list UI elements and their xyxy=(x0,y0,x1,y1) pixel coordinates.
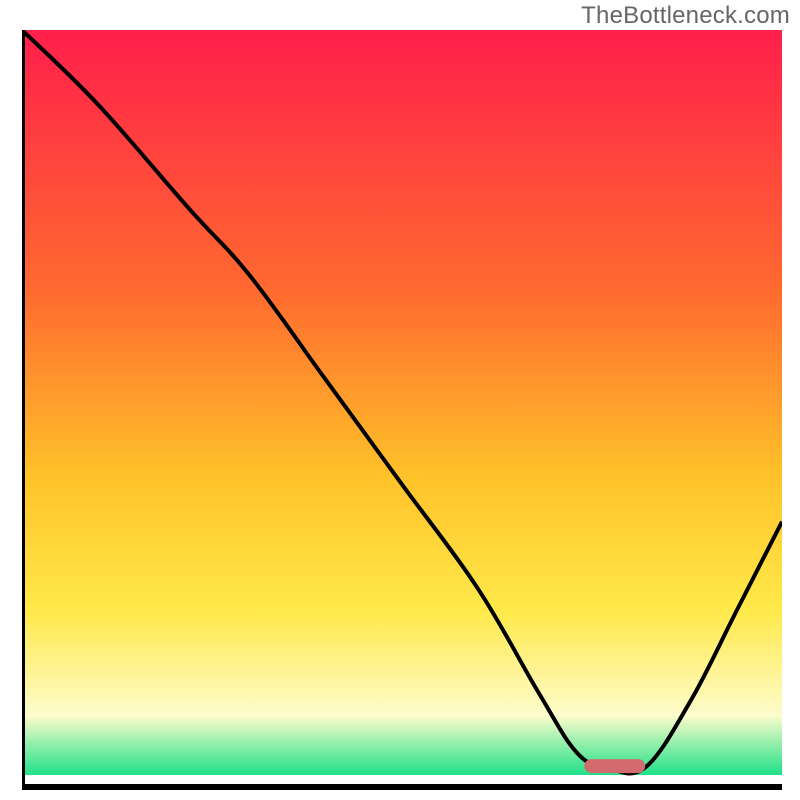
chart-svg xyxy=(22,30,782,790)
watermark-label: TheBottleneck.com xyxy=(581,2,790,30)
gradient-background xyxy=(22,30,782,775)
bottleneck-chart xyxy=(22,30,782,790)
optimal-zone-marker xyxy=(584,759,645,773)
chart-frame: TheBottleneck.com xyxy=(0,0,800,800)
